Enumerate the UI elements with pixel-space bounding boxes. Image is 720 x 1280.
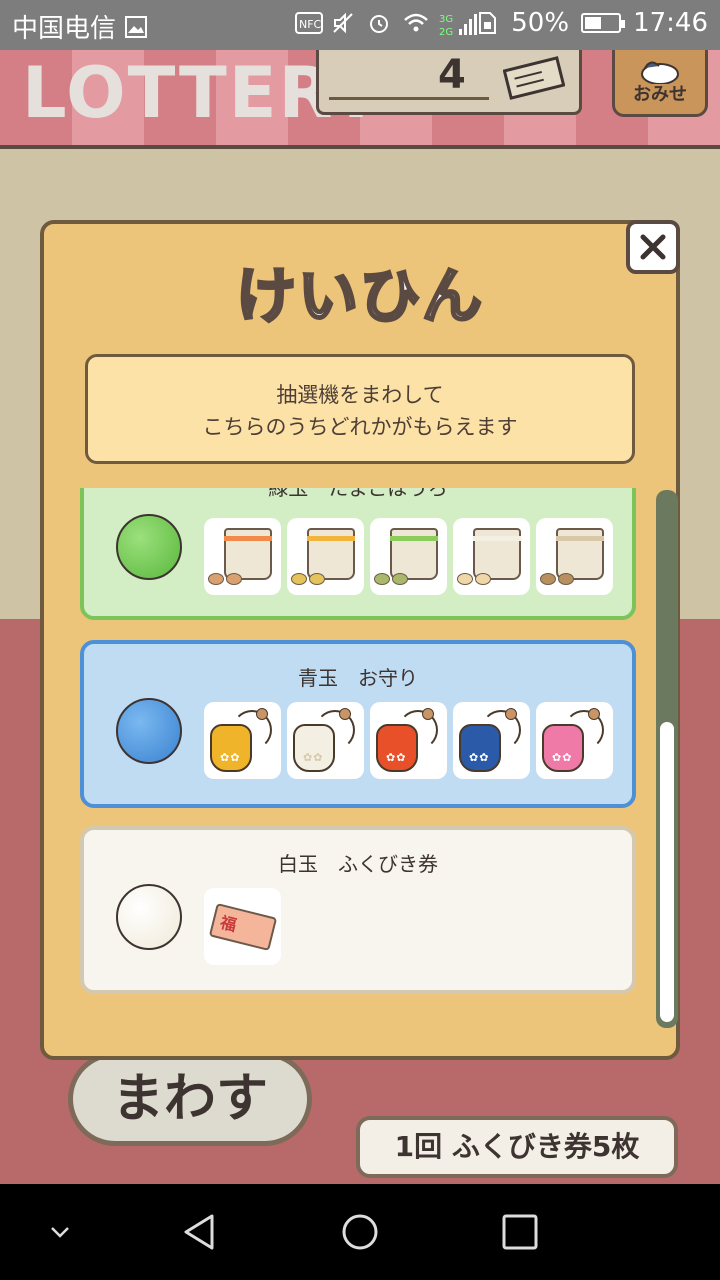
ticket-icon	[503, 56, 565, 100]
prize-items: 福	[204, 888, 281, 965]
prize-title: 緑玉 たまごぼうろ	[268, 488, 448, 500]
shop-label: おみせ	[633, 84, 687, 105]
svg-text:3G: 3G	[439, 14, 453, 25]
close-button[interactable]	[626, 220, 680, 274]
egg-bag-icon	[370, 518, 447, 595]
clock: 17:46	[633, 8, 708, 38]
home-icon[interactable]	[340, 1212, 380, 1252]
prize-title: 青玉 お守り	[298, 666, 418, 690]
carrier-label: 中国电信	[12, 14, 117, 44]
prize-card-green: 緑玉 たまごぼうろ	[80, 488, 636, 620]
omamori-icon: ✿✿	[370, 702, 447, 779]
spin-button[interactable]: まわす	[68, 1052, 312, 1146]
omamori-icon: ✿✿	[204, 702, 281, 779]
scrollbar-thumb[interactable]	[660, 722, 674, 1022]
white-ball	[116, 884, 182, 950]
prize-card-blue: 青玉 お守り ✿✿ ✿✿ ✿✿ ✿✿ ✿✿	[80, 640, 636, 808]
chevron-down-icon[interactable]	[48, 1222, 72, 1242]
egg-bag-icon	[204, 518, 281, 595]
alarm-icon	[367, 11, 391, 35]
prize-title: 白玉 ふくびき券	[278, 852, 438, 876]
description-box: 抽選機をまわして こちらのうちどれかがもらえます	[85, 354, 635, 464]
prize-items	[204, 518, 613, 595]
prize-list[interactable]: 緑玉 たまごぼうろ 青玉 お守り ✿✿ ✿✿ ✿✿ ✿✿ ✿✿ 白玉 ふくびき券…	[78, 488, 644, 1008]
wifi-icon	[403, 11, 429, 35]
svg-text:2G: 2G	[439, 27, 453, 38]
blue-ball	[116, 698, 182, 764]
egg-bag-icon	[287, 518, 364, 595]
egg-bag-icon	[453, 518, 530, 595]
description-line-1: 抽選機をまわして	[276, 383, 444, 407]
description-line-2: こちらのうちどれかがもらえます	[202, 415, 518, 439]
svg-text:NFC: NFC	[299, 18, 322, 31]
omamori-icon: ✿✿	[453, 702, 530, 779]
green-ball	[116, 514, 182, 580]
cost-label: 1回 ふくびき券5枚	[356, 1116, 678, 1178]
prize-items: ✿✿ ✿✿ ✿✿ ✿✿ ✿✿	[204, 702, 613, 779]
shop-button[interactable]: おみせ	[612, 50, 708, 117]
ticket-count: 4	[438, 52, 466, 98]
nfc-icon: NFC	[295, 11, 324, 35]
omamori-icon: ✿✿	[536, 702, 613, 779]
lottery-ticket-icon: 福	[204, 888, 281, 965]
status-bar: 中国电信 NFC 3G 2G 50% 17:46	[0, 0, 720, 50]
navigation-bar	[0, 1184, 720, 1280]
prize-card-white: 白玉 ふくびき券 福	[80, 826, 636, 994]
sim-icon	[475, 11, 499, 35]
recents-icon[interactable]	[500, 1212, 540, 1252]
battery-percent: 50%	[511, 8, 570, 38]
egg-bag-icon	[536, 518, 613, 595]
modal-title: けいひん	[235, 261, 484, 334]
close-icon	[640, 234, 666, 260]
battery-icon	[581, 13, 626, 33]
image-icon	[124, 15, 148, 39]
omamori-icon: ✿✿	[287, 702, 364, 779]
signal-icon: 3G 2G	[439, 11, 478, 38]
back-icon[interactable]	[180, 1212, 220, 1252]
mute-icon	[331, 11, 355, 35]
